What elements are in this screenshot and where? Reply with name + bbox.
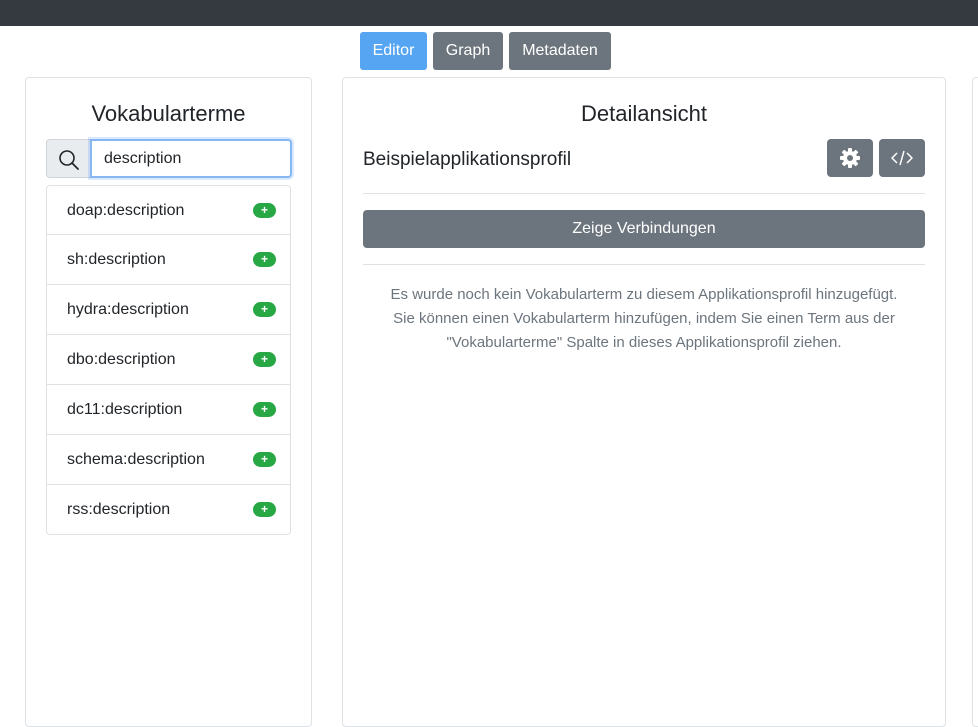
list-item[interactable]: sh:description +	[46, 235, 291, 285]
vocabulary-terms-panel: Vokabularterme doap:description + sh:des…	[25, 77, 312, 727]
add-term-button[interactable]: +	[253, 352, 276, 367]
code-icon	[891, 150, 913, 166]
settings-button[interactable]	[827, 139, 873, 177]
list-item[interactable]: dbo:description +	[46, 335, 291, 385]
top-navbar	[0, 0, 978, 26]
term-label: sh:description	[67, 251, 166, 268]
term-list: doap:description + sh:description + hydr…	[46, 185, 291, 535]
detail-view-title: Detailansicht	[581, 101, 707, 126]
show-connections-button[interactable]: Zeige Verbindungen	[363, 210, 925, 248]
add-term-button[interactable]: +	[253, 502, 276, 517]
search-input[interactable]	[90, 139, 292, 178]
term-label: dc11:description	[67, 401, 183, 418]
term-label: hydra:description	[67, 301, 189, 318]
add-term-button[interactable]: +	[253, 302, 276, 317]
term-label: rss:description	[67, 501, 171, 518]
search-button[interactable]	[46, 139, 90, 178]
search-icon	[59, 150, 79, 170]
add-term-button[interactable]: +	[253, 203, 276, 218]
empty-state-line: "Vokabularterme" Spalte in dieses Applik…	[446, 334, 842, 351]
code-view-button[interactable]	[879, 139, 925, 177]
add-term-button[interactable]: +	[253, 252, 276, 267]
add-term-button[interactable]: +	[253, 452, 276, 467]
empty-state-line: Sie können einen Vokabularterm hinzufüge…	[393, 310, 895, 327]
list-item[interactable]: rss:description +	[46, 485, 291, 535]
detail-view-panel: Detailansicht Beispielapplikationsprofil…	[342, 77, 946, 727]
list-item[interactable]: doap:description +	[46, 185, 291, 235]
term-label: doap:description	[67, 202, 185, 219]
tab-graph[interactable]: Graph	[433, 32, 503, 70]
list-item[interactable]: dc11:description +	[46, 385, 291, 435]
empty-state-line: Es wurde noch kein Vokabularterm zu dies…	[390, 286, 898, 303]
tab-metadata[interactable]: Metadaten	[509, 32, 611, 70]
view-tabs: Editor Graph Metadaten	[0, 32, 978, 70]
gear-icon	[840, 148, 860, 168]
vocabulary-terms-title: Vokabularterme	[91, 101, 246, 126]
term-label: dbo:description	[67, 351, 176, 368]
term-search	[46, 139, 292, 178]
add-term-button[interactable]: +	[253, 402, 276, 417]
divider	[363, 264, 925, 265]
term-label: schema:description	[67, 451, 205, 468]
list-item[interactable]: hydra:description +	[46, 285, 291, 335]
list-item[interactable]: schema:description +	[46, 435, 291, 485]
tab-editor[interactable]: Editor	[360, 32, 427, 70]
divider	[363, 193, 925, 194]
profile-name: Beispielapplikationsprofil	[363, 149, 572, 170]
empty-state-message: Es wurde noch kein Vokabularterm zu dies…	[363, 283, 925, 355]
third-panel-edge	[972, 77, 978, 727]
